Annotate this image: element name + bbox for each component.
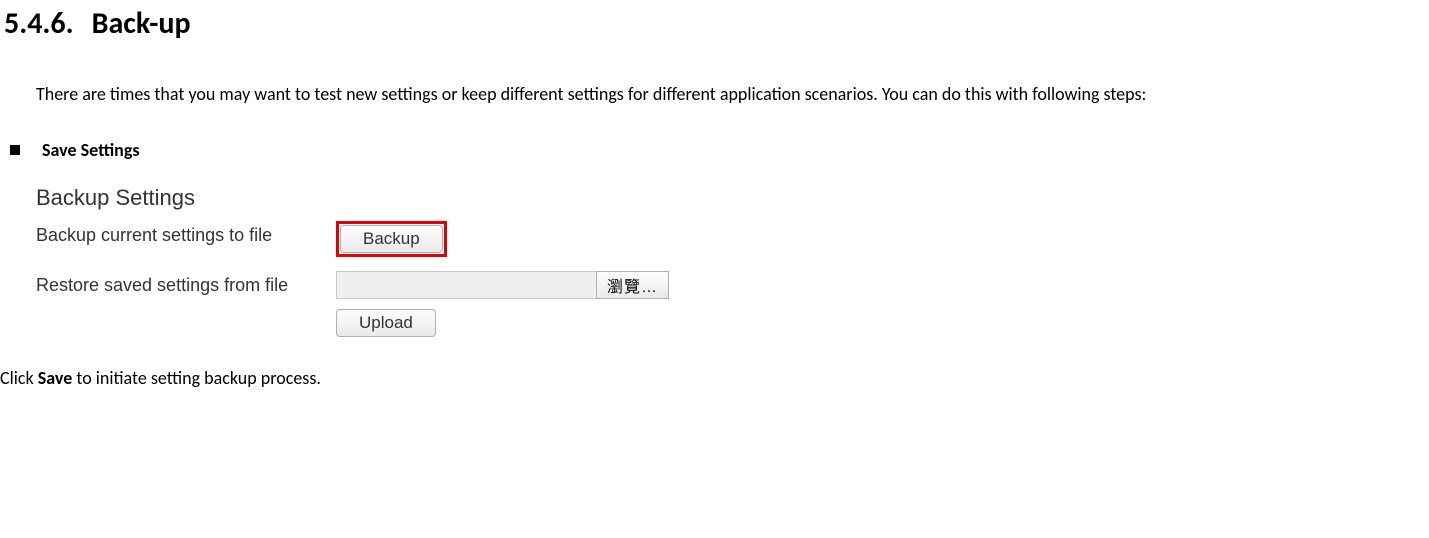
bullet-label: Save Settings xyxy=(42,139,140,161)
closing-bold: Save xyxy=(38,367,73,389)
backup-row-label: Backup current settings to file xyxy=(36,221,336,246)
square-bullet-icon xyxy=(10,145,20,155)
highlight-box: Backup xyxy=(336,221,447,257)
section-heading: 5.4.6. Back-up xyxy=(0,5,1429,42)
restore-row-label: Restore saved settings from file xyxy=(36,271,336,296)
backup-row: Backup current settings to file Backup xyxy=(36,221,1429,257)
file-path-input[interactable] xyxy=(336,271,596,299)
panel-title: Backup Settings xyxy=(36,185,1429,211)
closing-post: to initiate setting backup process. xyxy=(72,367,321,389)
backup-settings-panel: Backup Settings Backup current settings … xyxy=(36,185,1429,337)
backup-button[interactable]: Backup xyxy=(340,225,443,253)
upload-button[interactable]: Upload xyxy=(336,309,436,337)
browse-button[interactable]: 瀏覽… xyxy=(596,271,669,299)
file-picker: 瀏覽… xyxy=(336,271,669,299)
intro-paragraph: There are times that you may want to tes… xyxy=(0,77,1429,111)
heading-title: Back-up xyxy=(92,5,191,42)
restore-controls: 瀏覽… Upload xyxy=(336,271,669,337)
heading-number: 5.4.6. xyxy=(4,5,74,42)
closing-pre: Click xyxy=(0,367,38,389)
bullet-item: Save Settings xyxy=(0,139,1429,161)
restore-row: Restore saved settings from file 瀏覽… Upl… xyxy=(36,271,1429,337)
closing-paragraph: Click Save to initiate setting backup pr… xyxy=(0,367,1429,389)
